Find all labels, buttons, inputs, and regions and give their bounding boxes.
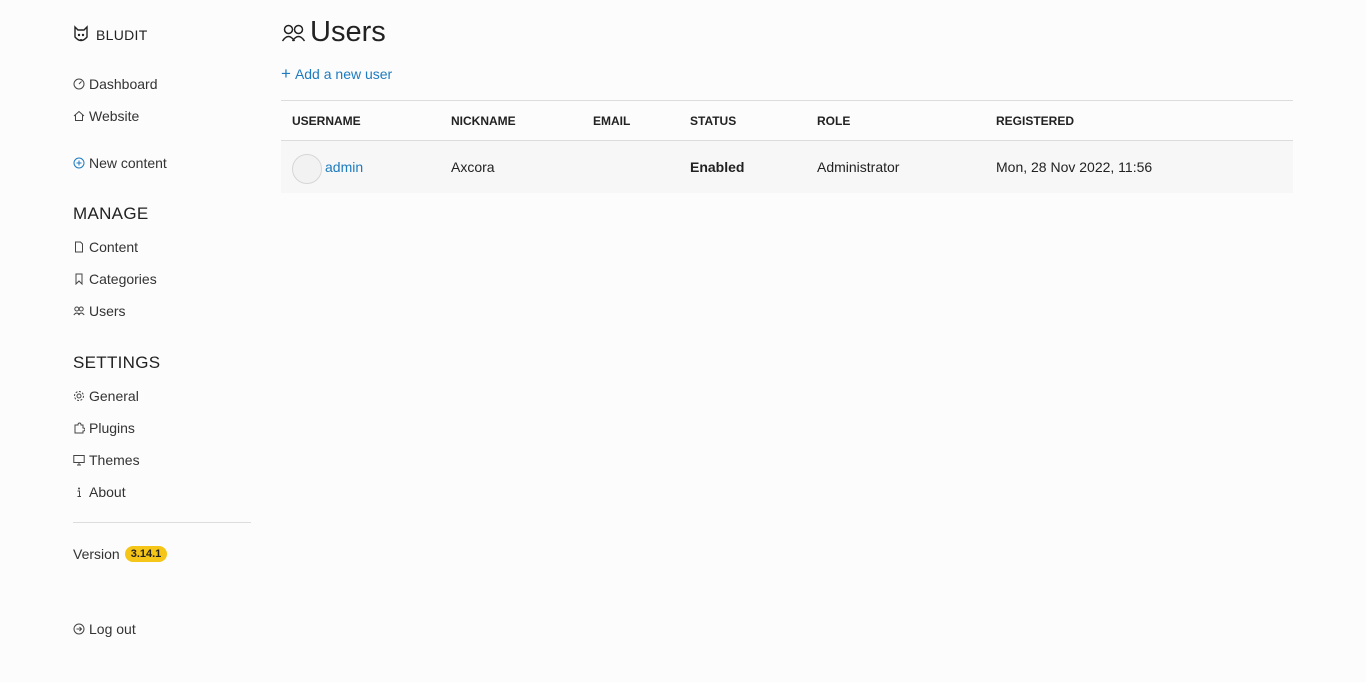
brand-name: BLUDIT [96, 27, 148, 43]
nav-dashboard-label: Dashboard [89, 76, 158, 92]
header-registered: REGISTERED [985, 100, 1293, 141]
sidebar-divider [73, 522, 251, 523]
nav-new-content[interactable]: New content [73, 155, 167, 171]
page-title-text: Users [310, 16, 386, 48]
users-icon [281, 24, 306, 41]
nav-about-label: About [89, 484, 126, 500]
nav-users-label: Users [89, 303, 126, 319]
manage-heading: MANAGE [73, 204, 149, 223]
puzzle-icon [74, 422, 85, 434]
header-username: USERNAME [281, 100, 440, 141]
settings-heading: SETTINGS [73, 353, 161, 372]
sidebar: BLUDIT Dashboard Website New content MAN… [73, 0, 251, 682]
info-icon [77, 487, 81, 497]
bludit-logo-icon [74, 25, 88, 42]
avatar [292, 153, 322, 184]
header-email: EMAIL [582, 100, 679, 141]
nav-themes[interactable]: Themes [73, 452, 140, 468]
cell-role: Administrator [806, 140, 985, 193]
add-user-button[interactable]: + Add a new user [281, 64, 393, 83]
add-user-label: Add a new user [294, 66, 393, 82]
logout-icon [73, 623, 85, 635]
brand[interactable]: BLUDIT [73, 25, 148, 45]
nav-dashboard[interactable]: Dashboard [73, 76, 158, 92]
header-role: ROLE [806, 100, 985, 141]
plus-icon: + [281, 64, 291, 83]
cell-email [582, 140, 679, 193]
nav-content-label: Content [89, 239, 139, 255]
nav-content[interactable]: Content [73, 239, 138, 255]
cell-status: Enabled [679, 140, 806, 193]
monitor-icon [73, 455, 85, 466]
cell-registered: Mon, 28 Nov 2022, 11:56 [985, 140, 1293, 193]
cell-nickname: Axcora [440, 140, 582, 193]
nav-website[interactable]: Website [73, 108, 139, 124]
nav-plugins[interactable]: Plugins [73, 420, 135, 436]
version-label: Version [73, 546, 120, 562]
nav-about[interactable]: About [73, 484, 126, 500]
table-header-row: USERNAME NICKNAME EMAIL STATUS ROLE REGI… [281, 100, 1293, 141]
dashboard-icon [73, 78, 85, 90]
home-icon [73, 110, 85, 121]
bookmark-icon [75, 273, 83, 285]
version-info: Version 3.14.1 [73, 546, 168, 562]
file-icon [75, 241, 83, 253]
nav-logout[interactable]: Log out [73, 621, 136, 637]
cell-username: admin [281, 140, 440, 193]
page-title: Users [281, 16, 386, 49]
nav-plugins-label: Plugins [89, 420, 135, 436]
plus-circle-icon [73, 157, 85, 169]
nav-new-content-label: New content [89, 155, 167, 171]
users-table: USERNAME NICKNAME EMAIL STATUS ROLE REGI… [281, 100, 1293, 193]
nav-website-label: Website [89, 108, 140, 124]
nav-categories-label: Categories [89, 271, 157, 287]
header-nickname: NICKNAME [440, 100, 582, 141]
table-row: admin Axcora Enabled Administrator Mon, … [281, 140, 1293, 193]
nav-categories[interactable]: Categories [73, 271, 157, 287]
gear-icon [74, 391, 84, 401]
nav-logout-label: Log out [89, 621, 136, 637]
users-icon [73, 306, 85, 316]
nav-users[interactable]: Users [73, 303, 126, 319]
nav-general-label: General [89, 388, 139, 404]
version-badge: 3.14.1 [124, 546, 168, 562]
nav-general[interactable]: General [73, 388, 139, 404]
header-status: STATUS [679, 100, 806, 141]
username-link[interactable]: admin [325, 159, 363, 175]
nav-themes-label: Themes [89, 452, 140, 468]
